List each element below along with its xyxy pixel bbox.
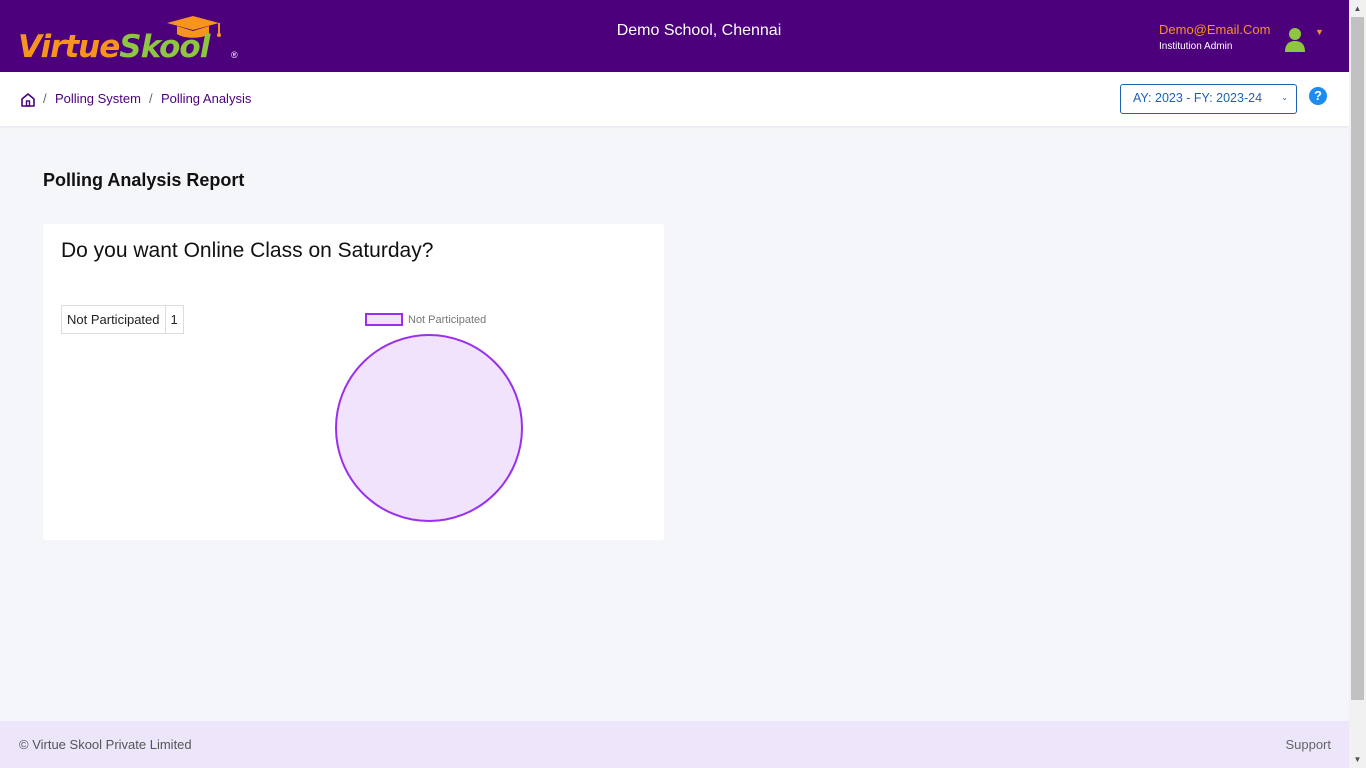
user-avatar-icon[interactable]: [1284, 26, 1306, 52]
breadcrumb-separator: /: [43, 91, 47, 106]
logo-text-virtue: Virtue: [18, 29, 120, 65]
legend-swatch[interactable]: [365, 313, 403, 326]
copyright-text: © Virtue Skool Private Limited: [19, 737, 192, 752]
scrollbar-thumb[interactable]: [1351, 17, 1364, 700]
academic-year-select[interactable]: AY: 2023 - FY: 2023-24 ⌄: [1120, 84, 1297, 114]
breadcrumb-bar: / Polling System / Polling Analysis AY: …: [0, 72, 1349, 126]
chevron-down-icon[interactable]: ▼: [1315, 27, 1324, 37]
pie-slice-not-participated[interactable]: [335, 334, 523, 522]
logo-wordmark: VirtueSkool: [18, 29, 210, 65]
home-icon[interactable]: [20, 92, 36, 108]
poll-pie-chart: Not Participated: [335, 313, 523, 522]
breadcrumb-polling-analysis[interactable]: Polling Analysis: [161, 91, 251, 106]
user-email[interactable]: Demo@Email.Com: [1159, 22, 1270, 37]
scroll-down-icon[interactable]: ▼: [1349, 751, 1366, 768]
poll-card: Do you want Online Class on Saturday? No…: [43, 224, 664, 540]
logo-text-skool: Skool: [119, 29, 210, 65]
support-link[interactable]: Support: [1285, 737, 1331, 752]
page-title: Polling Analysis Report: [43, 170, 245, 190]
registered-mark: ®: [231, 50, 238, 60]
legend-label[interactable]: Not Participated: [408, 314, 486, 326]
chart-slices: [335, 334, 523, 522]
footer: © Virtue Skool Private Limited Support: [0, 721, 1349, 768]
chart-legend: Not Participated: [365, 313, 486, 326]
academic-year-value: AY: 2023 - FY: 2023-24: [1133, 91, 1263, 105]
vertical-scrollbar[interactable]: ▲ ▼: [1349, 0, 1366, 768]
user-role: Institution Admin: [1159, 41, 1233, 52]
chevron-down-icon: ⌄: [1281, 93, 1288, 102]
school-name: Demo School, Chennai: [616, 22, 782, 39]
virtueskool-logo[interactable]: VirtueSkool ®: [18, 12, 243, 65]
breadcrumb-polling-system[interactable]: Polling System: [55, 91, 141, 106]
top-header: VirtueSkool ® Demo School, Chennai Demo@…: [0, 0, 1349, 72]
scroll-up-icon[interactable]: ▲: [1349, 0, 1366, 17]
help-icon[interactable]: ?: [1309, 87, 1327, 105]
breadcrumb-separator: /: [149, 91, 153, 106]
